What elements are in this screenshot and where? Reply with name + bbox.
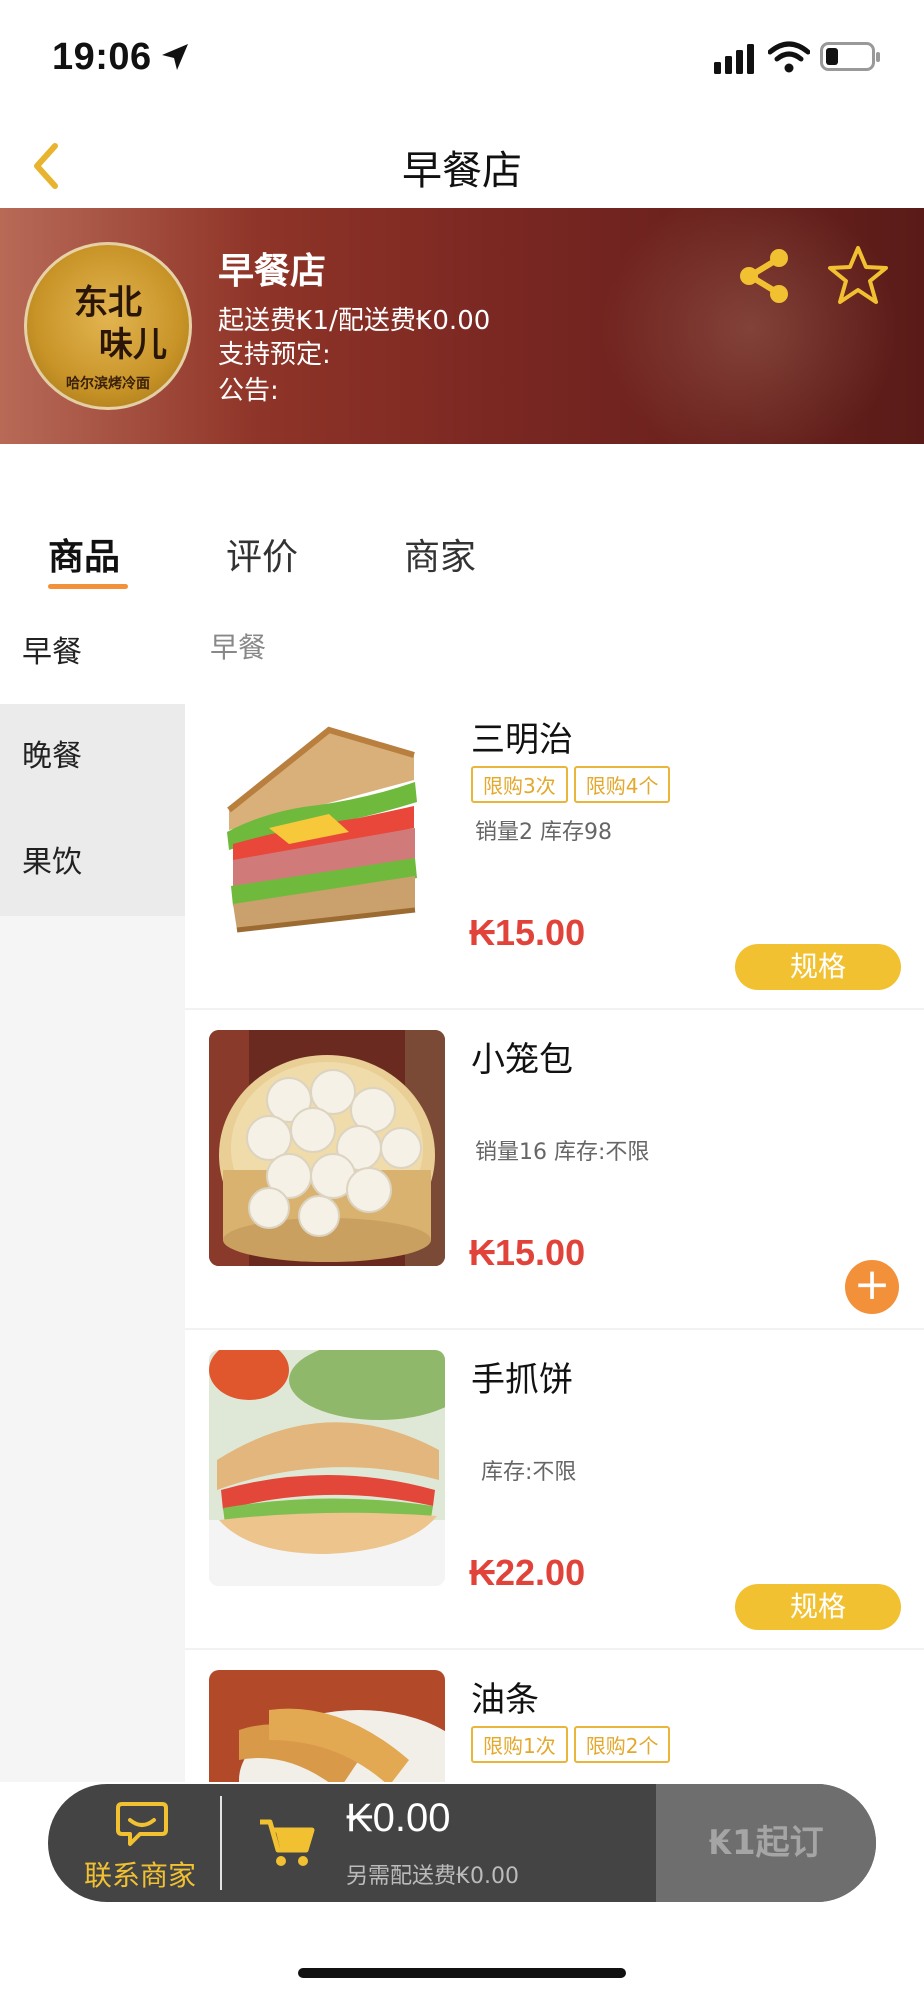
cart-divider xyxy=(220,1796,222,1890)
section-title: 早餐 xyxy=(210,631,267,664)
tab-goods[interactable]: 商品 xyxy=(48,528,120,580)
nav-bar: 早餐店 xyxy=(0,120,924,208)
product-item[interactable]: 小笼包 销量16 库存:不限 ₭15.00 + xyxy=(185,1010,924,1330)
product-image xyxy=(209,1350,445,1586)
product-image xyxy=(209,1030,445,1266)
limit-tag: 限购4个 xyxy=(573,766,671,803)
product-stats: 销量2 库存98 xyxy=(475,820,612,845)
logo-ring-text: 哈尔滨烤冷面 xyxy=(66,375,150,391)
wifi-icon xyxy=(768,41,810,73)
product-item[interactable]: 三明治 限购3次 限购4个 销量2 库存98 ₭15.00 规格 xyxy=(185,690,924,1010)
add-to-cart-button[interactable]: + xyxy=(845,1260,899,1314)
category-dinner[interactable]: 晚餐 xyxy=(0,704,185,810)
shopping-cart-icon[interactable] xyxy=(258,1816,316,1868)
tab-reviews[interactable]: 评价 xyxy=(226,528,298,580)
shop-header: 东北 味儿 哈尔滨烤冷面 早餐店 起送费₭1/配送费₭0.00 支持预定: 公告… xyxy=(0,208,924,444)
product-name: 油条 xyxy=(471,1680,539,1720)
spec-button[interactable]: 规格 xyxy=(735,944,901,990)
product-tags: 限购1次 限购2个 xyxy=(471,1726,671,1763)
logo-text-bottom: 味儿 xyxy=(99,325,167,365)
location-arrow-icon xyxy=(162,44,188,70)
category-sidebar: 早餐 晚餐 果饮 xyxy=(0,600,185,1782)
spec-button[interactable]: 规格 xyxy=(735,1584,901,1630)
category-breakfast[interactable]: 早餐 xyxy=(0,600,185,706)
limit-tag: 限购3次 xyxy=(471,766,568,803)
product-price: ₭15.00 xyxy=(469,912,586,953)
cellular-signal-icon xyxy=(714,44,754,74)
product-image xyxy=(209,1670,445,1782)
checkout-button[interactable]: ₭1起订 xyxy=(656,1784,876,1902)
home-indicator xyxy=(298,1968,626,1978)
shop-name: 早餐店 xyxy=(218,251,327,292)
product-name: 手抓饼 xyxy=(471,1360,573,1400)
product-name: 小笼包 xyxy=(471,1040,573,1080)
active-tab-indicator xyxy=(48,584,128,589)
shop-reserve-info: 支持预定: xyxy=(218,340,331,370)
status-time: 19:06 xyxy=(52,36,152,78)
tab-bar: 商品 评价 商家 xyxy=(0,510,924,590)
page-title: 早餐店 xyxy=(402,148,522,194)
status-bar: 19:06 xyxy=(0,0,924,120)
chat-bubble-icon xyxy=(116,1802,168,1846)
shop-logo: 东北 味儿 哈尔滨烤冷面 xyxy=(24,242,192,410)
contact-merchant-button[interactable]: 联系商家 xyxy=(48,1784,220,1902)
cart-delivery-fee: 另需配送费₭0.00 xyxy=(346,1864,519,1889)
battery-icon xyxy=(820,42,880,71)
product-name: 三明治 xyxy=(471,720,573,760)
contact-merchant-label: 联系商家 xyxy=(84,1859,197,1892)
product-item[interactable]: 手抓饼 库存:不限 ₭22.00 规格 xyxy=(185,1330,924,1650)
product-stats: 销量16 库存:不限 xyxy=(475,1140,650,1165)
favorite-star-icon[interactable] xyxy=(826,244,890,308)
share-icon[interactable] xyxy=(734,246,794,306)
product-tags: 限购3次 限购4个 xyxy=(471,766,671,803)
cart-bar: 联系商家 ₭0.00 另需配送费₭0.00 ₭1起订 xyxy=(48,1784,876,1902)
product-price: ₭22.00 xyxy=(469,1552,586,1593)
shop-notice: 公告: xyxy=(218,376,279,406)
product-price: ₭15.00 xyxy=(469,1232,586,1273)
limit-tag: 限购1次 xyxy=(471,1726,568,1763)
product-item[interactable]: 油条 限购1次 限购2个 xyxy=(185,1650,924,1782)
limit-tag: 限购2个 xyxy=(573,1726,671,1763)
category-drinks[interactable]: 果饮 xyxy=(0,810,185,916)
product-image xyxy=(209,710,445,946)
tab-merchant[interactable]: 商家 xyxy=(404,528,476,580)
product-stats: 库存:不限 xyxy=(481,1460,577,1485)
cart-total: ₭0.00 xyxy=(346,1796,451,1840)
shop-fee-info: 起送费₭1/配送费₭0.00 xyxy=(218,306,491,336)
